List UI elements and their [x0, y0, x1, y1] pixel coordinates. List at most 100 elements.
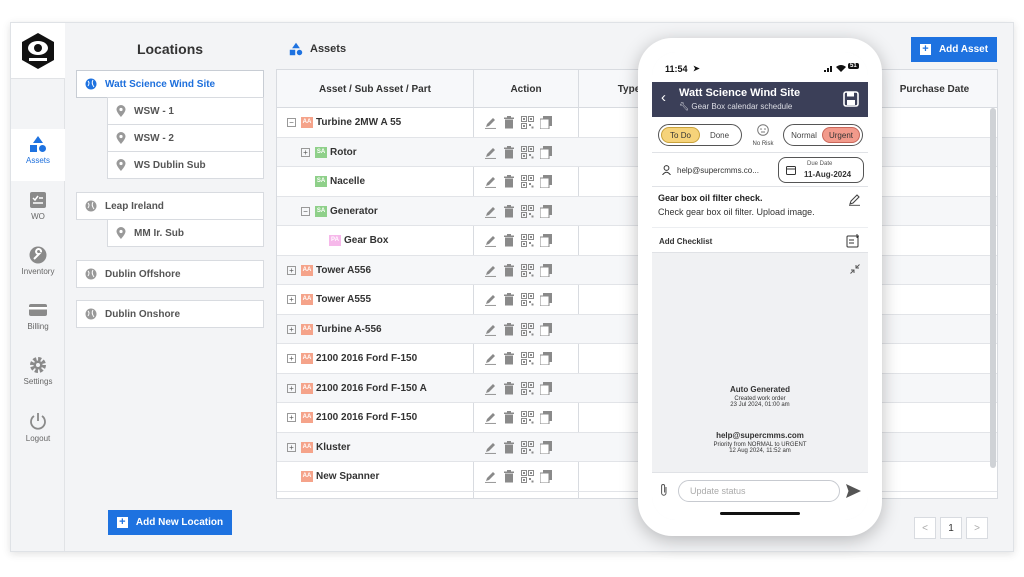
assignee-email[interactable]: help@supercmms.co...	[677, 166, 759, 175]
expand-icon[interactable]: +	[287, 324, 296, 334]
risk-indicator[interactable]: No Risk	[748, 123, 778, 147]
qr-code-icon[interactable]	[521, 293, 534, 306]
qr-code-icon[interactable]	[521, 175, 534, 188]
asset-name-cell[interactable]: − SA Generator	[301, 197, 378, 226]
column-header-purchase-date[interactable]: Purchase Date	[877, 70, 992, 108]
add-checklist-row[interactable]: Add Checklist	[652, 227, 868, 253]
edit-icon[interactable]	[484, 470, 497, 483]
qr-code-icon[interactable]	[521, 411, 534, 424]
column-header-action[interactable]: Action	[474, 70, 579, 108]
qr-code-icon[interactable]	[521, 352, 534, 365]
asset-name-cell[interactable]: + AA Kluster	[287, 433, 350, 462]
edit-icon[interactable]	[484, 293, 497, 306]
edit-icon[interactable]	[484, 441, 497, 454]
priority-normal[interactable]: Normal	[786, 127, 822, 143]
asset-name-cell[interactable]: + AA 2100 2016 Ford F-150	[287, 403, 417, 432]
delete-icon[interactable]	[503, 263, 515, 277]
delete-icon[interactable]	[503, 116, 515, 129]
expand-icon[interactable]: +	[287, 413, 296, 422]
edit-icon[interactable]	[848, 193, 861, 206]
page-number-button[interactable]: 1	[940, 517, 962, 539]
expand-icon[interactable]: +	[301, 147, 310, 157]
location-watt-science[interactable]: Watt Science Wind Site	[76, 70, 264, 98]
collapse-icon[interactable]	[850, 264, 860, 274]
delete-icon[interactable]	[503, 411, 515, 424]
save-icon[interactable]	[843, 91, 859, 107]
copy-icon[interactable]	[540, 116, 552, 129]
delete-icon[interactable]	[503, 175, 515, 188]
qr-code-icon[interactable]	[521, 322, 534, 336]
edit-icon[interactable]	[484, 264, 497, 277]
expand-icon[interactable]: +	[287, 383, 296, 393]
add-asset-button[interactable]: + Add Asset	[911, 37, 997, 62]
update-status-input[interactable]	[678, 480, 840, 502]
delete-icon[interactable]	[503, 204, 515, 218]
copy-icon[interactable]	[540, 470, 552, 483]
qr-code-icon[interactable]	[521, 381, 534, 395]
asset-name-cell[interactable]: + AA 2100 2016 Ford F-150	[287, 344, 417, 373]
app-logo[interactable]	[11, 23, 65, 79]
asset-name-cell[interactable]: + AA 2100 2016 Ford F-150 A	[287, 374, 427, 403]
add-location-button[interactable]: + Add New Location	[108, 510, 232, 535]
priority-urgent[interactable]: Urgent	[822, 127, 860, 143]
asset-name-cell[interactable]: PA Gear Box	[329, 226, 388, 255]
sidebar-item-wo[interactable]: WO	[11, 185, 65, 237]
expand-icon[interactable]: +	[287, 442, 296, 452]
edit-icon[interactable]	[484, 175, 497, 188]
status-done[interactable]: Done	[700, 127, 739, 143]
asset-name-cell[interactable]: − AA Turbine 2MW A 55	[287, 108, 401, 137]
edit-icon[interactable]	[484, 352, 497, 365]
column-header-asset[interactable]: Asset / Sub Asset / Part	[277, 70, 474, 108]
delete-icon[interactable]	[503, 322, 515, 336]
vertical-scrollbar[interactable]	[990, 108, 996, 468]
qr-code-icon[interactable]	[521, 204, 534, 218]
asset-name-cell[interactable]: AA New Spanner	[301, 462, 379, 491]
delete-icon[interactable]	[503, 470, 515, 483]
delete-icon[interactable]	[503, 234, 515, 247]
edit-icon[interactable]	[484, 116, 497, 129]
expand-icon[interactable]: +	[287, 295, 296, 304]
asset-name-cell[interactable]: + AA Tower A556	[287, 256, 371, 285]
delete-icon[interactable]	[503, 145, 515, 159]
sidebar-item-assets[interactable]: Assets	[11, 129, 65, 181]
location-dublin-onshore[interactable]: Dublin Onshore	[76, 300, 264, 328]
copy-icon[interactable]	[540, 234, 552, 247]
expand-icon[interactable]: +	[287, 265, 296, 275]
location-ws-dublin-sub[interactable]: WS Dublin Sub	[107, 151, 264, 179]
copy-icon[interactable]	[540, 411, 552, 424]
send-icon[interactable]	[846, 484, 861, 498]
delete-icon[interactable]	[503, 293, 515, 306]
qr-code-icon[interactable]	[521, 470, 534, 483]
asset-name-cell[interactable]: + AA Tower A555	[287, 285, 371, 314]
location-leap-ireland[interactable]: Leap Ireland	[76, 192, 264, 220]
asset-name-cell[interactable]: + AA Turbine A-556	[287, 315, 382, 344]
edit-icon[interactable]	[484, 323, 497, 336]
qr-code-icon[interactable]	[521, 234, 534, 247]
copy-icon[interactable]	[540, 204, 552, 218]
back-icon[interactable]: ‹	[661, 89, 666, 106]
due-date-field[interactable]: Due Date 11-Aug-2024	[778, 157, 864, 183]
expand-icon[interactable]: +	[287, 354, 296, 363]
sidebar-item-settings[interactable]: Settings	[11, 350, 65, 402]
qr-code-icon[interactable]	[521, 145, 534, 159]
location-wsw-2[interactable]: WSW - 2	[107, 124, 264, 152]
asset-name-cell[interactable]: + SA Rotor	[301, 138, 357, 167]
copy-icon[interactable]	[540, 322, 552, 336]
qr-code-icon[interactable]	[521, 440, 534, 454]
collapse-tree-icon[interactable]: −	[301, 206, 310, 216]
sidebar-item-logout[interactable]: Logout	[11, 405, 65, 457]
copy-icon[interactable]	[540, 440, 552, 454]
status-todo[interactable]: To Do	[661, 127, 700, 143]
edit-icon[interactable]	[484, 205, 497, 218]
copy-icon[interactable]	[540, 381, 552, 395]
edit-icon[interactable]	[484, 234, 497, 247]
copy-icon[interactable]	[540, 263, 552, 277]
qr-code-icon[interactable]	[521, 263, 534, 277]
location-dublin-offshore[interactable]: Dublin Offshore	[76, 260, 264, 288]
delete-icon[interactable]	[503, 381, 515, 395]
copy-icon[interactable]	[540, 175, 552, 188]
sidebar-item-billing[interactable]: Billing	[11, 295, 65, 347]
collapse-tree-icon[interactable]: −	[287, 118, 296, 127]
edit-icon[interactable]	[484, 146, 497, 159]
asset-name-cell[interactable]: SA Nacelle	[315, 167, 365, 196]
